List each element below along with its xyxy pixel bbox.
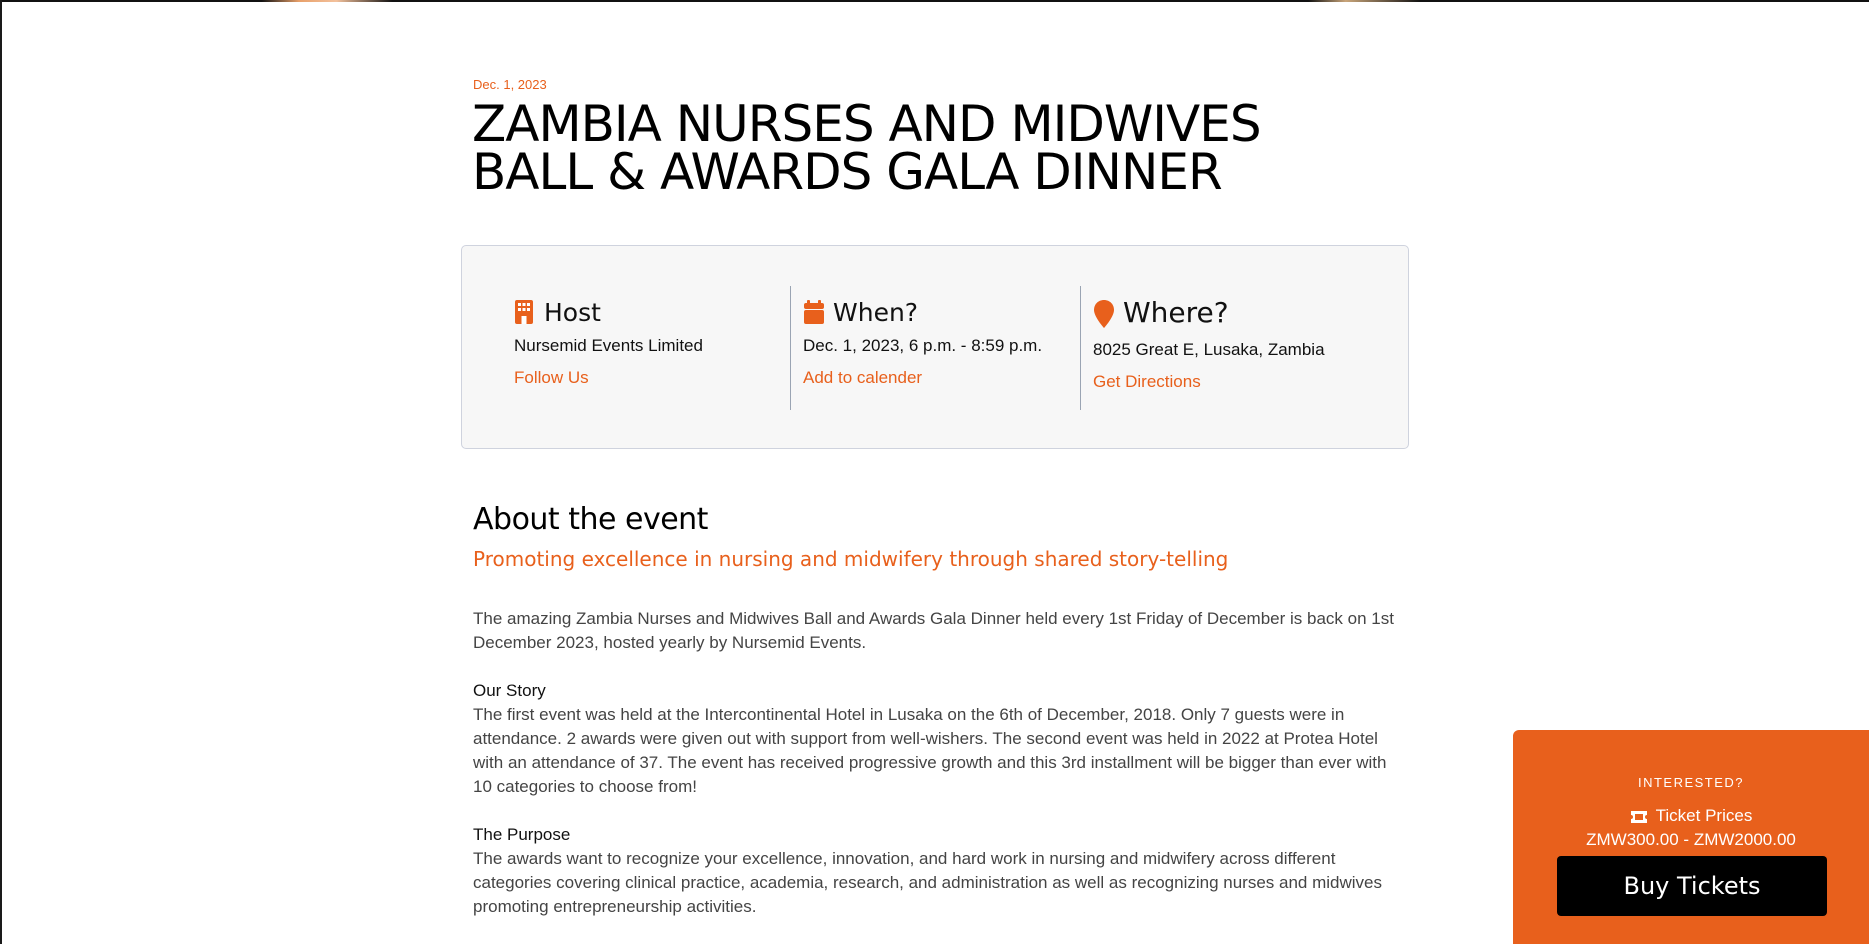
where-label: Where? <box>1123 295 1229 329</box>
when-label: When? <box>833 297 919 327</box>
follow-us-link[interactable]: Follow Us <box>514 368 764 388</box>
event-address: 8025 Great E, Lusaka, Zambia <box>1093 340 1325 359</box>
ticket-prices-label: Ticket Prices <box>1513 806 1869 826</box>
host-name: Nursemid Events Limited <box>514 336 703 355</box>
event-date: Dec. 1, 2023 <box>473 77 547 92</box>
when-header: When? <box>803 296 1073 328</box>
event-info-panel: Host Nursemid Events Limited Follow Us W… <box>461 245 1409 449</box>
where-header: Where? <box>1093 295 1383 329</box>
ticket-panel: INTERESTED? Ticket Prices ZMW300.00 - ZM… <box>1513 730 1869 944</box>
top-border <box>0 0 1869 2</box>
when-column: When? Dec. 1, 2023, 6 p.m. - 8:59 p.m. A… <box>790 286 1073 410</box>
ticket-price-range: ZMW300.00 - ZMW2000.00 <box>1586 830 1796 849</box>
where-column: Where? 8025 Great E, Lusaka, Zambia Get … <box>1080 286 1383 410</box>
interested-label: INTERESTED? <box>1637 775 1745 790</box>
event-title-line-2: BALL & AWARDS GALA DINNER <box>472 143 1223 201</box>
left-border <box>0 0 2 944</box>
calendar-icon <box>803 299 825 325</box>
about-subheading: Promoting excellence in nursing and midw… <box>473 547 1229 571</box>
map-pin-icon <box>1093 299 1115 328</box>
ticket-prices-text: Ticket Prices <box>1655 806 1753 825</box>
about-intro: The amazing Zambia Nurses and Midwives B… <box>473 609 1394 652</box>
add-to-calendar-link[interactable]: Add to calender <box>803 368 1073 388</box>
event-datetime: Dec. 1, 2023, 6 p.m. - 8:59 p.m. <box>803 336 1043 355</box>
about-heading: About the event <box>473 502 708 537</box>
building-icon <box>514 299 536 325</box>
ticket-icon <box>1630 809 1648 823</box>
get-directions-link[interactable]: Get Directions <box>1093 372 1383 392</box>
buy-tickets-button[interactable]: Buy Tickets <box>1557 856 1827 916</box>
story-text: The first event was held at the Intercon… <box>473 705 1387 796</box>
host-column: Host Nursemid Events Limited Follow Us <box>514 286 764 410</box>
host-label: Host <box>544 297 601 327</box>
event-title: ZAMBIA NURSES AND MIDWIVES BALL & AWARDS… <box>472 99 1412 197</box>
purpose-heading: The Purpose <box>473 825 571 844</box>
purpose-text: The awards want to recognize your excell… <box>473 849 1382 916</box>
story-heading: Our Story <box>473 681 546 700</box>
host-header: Host <box>514 296 764 328</box>
